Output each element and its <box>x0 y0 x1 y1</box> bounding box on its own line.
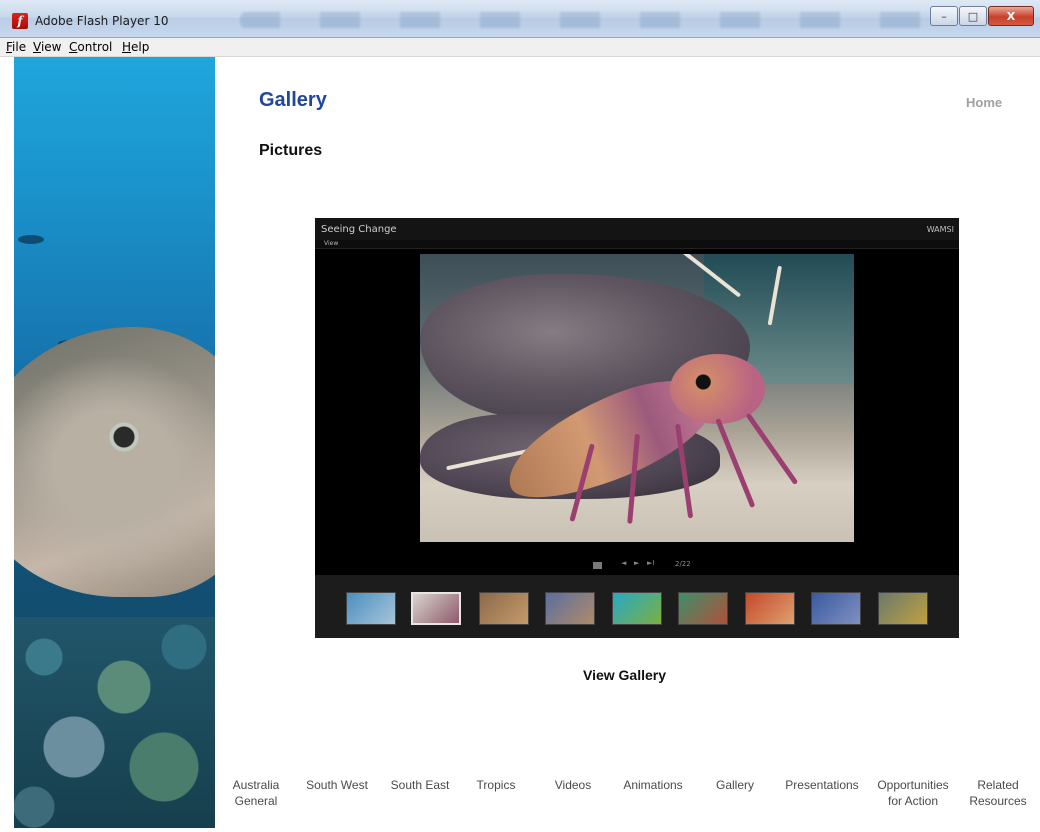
nav-south-west[interactable]: South West <box>300 777 374 793</box>
menu-bar: File View Control Help <box>0 38 1040 57</box>
nav-gallery[interactable]: Gallery <box>707 777 763 793</box>
nav-south-east[interactable]: South East <box>384 777 456 793</box>
main-photo-lobster[interactable] <box>420 254 854 542</box>
thumbnail[interactable] <box>346 592 396 625</box>
previous-button[interactable]: ◄ <box>621 559 626 567</box>
nav-label: Gallery <box>715 778 754 792</box>
thumbnail[interactable] <box>811 592 861 625</box>
minimize-button[interactable]: – <box>930 6 958 26</box>
grid-view-icon[interactable] <box>593 562 602 569</box>
viewer-controls: ◄ ► ►I 2/22 <box>315 556 959 576</box>
next-button[interactable]: ►I <box>647 559 654 567</box>
lobster-leg <box>715 418 756 509</box>
coral-reef-image <box>14 617 215 828</box>
viewer-menu-bar: View <box>315 240 959 249</box>
flash-player-icon: f <box>12 13 28 29</box>
small-fish-image <box>18 235 44 244</box>
titlebar-blur-decoration <box>240 12 930 28</box>
nav-label-line2: General <box>234 794 278 808</box>
thumbnail-strip <box>315 575 959 638</box>
viewer-title: Seeing Change <box>321 224 397 235</box>
nav-label-line1: Opportunities <box>877 778 949 792</box>
underwater-side-image <box>14 57 215 828</box>
lobster-leg <box>745 412 799 486</box>
thumbnail[interactable] <box>411 592 461 625</box>
page-title: Gallery <box>259 89 327 111</box>
thumbnail[interactable] <box>479 592 529 625</box>
nav-animations[interactable]: Animations <box>615 777 691 793</box>
home-link[interactable]: Home <box>966 95 1002 110</box>
nav-label: Presentations <box>785 778 859 792</box>
nav-label: South East <box>390 778 450 792</box>
nav-opportunities-for-action[interactable]: Opportunities for Action <box>868 777 958 809</box>
viewer-view-menu[interactable]: View <box>324 240 338 247</box>
thumbnail[interactable] <box>678 592 728 625</box>
menu-view[interactable]: View <box>33 40 61 54</box>
section-heading: Pictures <box>259 142 323 159</box>
thumbnail[interactable] <box>745 592 795 625</box>
maximize-button[interactable]: □ <box>959 6 987 26</box>
nav-label-line1: Australia <box>232 778 280 792</box>
thumbnail[interactable] <box>545 592 595 625</box>
nav-label-line2: for Action <box>887 794 939 808</box>
viewer-header: Seeing Change WAMSI <box>315 218 959 240</box>
play-button[interactable]: ► <box>634 559 639 567</box>
menu-file[interactable]: File <box>6 40 26 54</box>
window-title: Adobe Flash Player 10 <box>35 14 169 28</box>
window-controls: – □ X <box>929 6 1034 28</box>
nav-tropics[interactable]: Tropics <box>468 777 524 793</box>
close-button[interactable]: X <box>988 6 1034 26</box>
nav-label-line2: Resources <box>969 794 1027 808</box>
thumbnail[interactable] <box>612 592 662 625</box>
nav-label: South West <box>306 778 368 792</box>
grouper-fish-image <box>14 327 215 597</box>
view-gallery-link[interactable]: View Gallery <box>583 667 666 683</box>
nav-label: Videos <box>554 778 592 792</box>
thumbnail[interactable] <box>878 592 928 625</box>
image-counter: 2/22 <box>675 560 691 568</box>
nav-label: Tropics <box>476 778 516 792</box>
menu-help[interactable]: Help <box>122 40 149 54</box>
gallery-viewer[interactable]: Seeing Change WAMSI View ◄ ► ►I 2/22 <box>315 218 959 638</box>
nav-label: Animations <box>623 778 683 792</box>
nav-presentations[interactable]: Presentations <box>776 777 868 793</box>
viewer-brand: WAMSI <box>926 225 954 234</box>
nav-australia-general[interactable]: Australia General <box>224 777 288 809</box>
nav-related-resources[interactable]: Related Resources <box>962 777 1034 809</box>
menu-control[interactable]: Control <box>69 40 112 54</box>
window-titlebar[interactable]: f Adobe Flash Player 10 – □ X <box>0 0 1040 38</box>
nav-videos[interactable]: Videos <box>546 777 600 793</box>
nav-label-line1: Related <box>977 778 1019 792</box>
